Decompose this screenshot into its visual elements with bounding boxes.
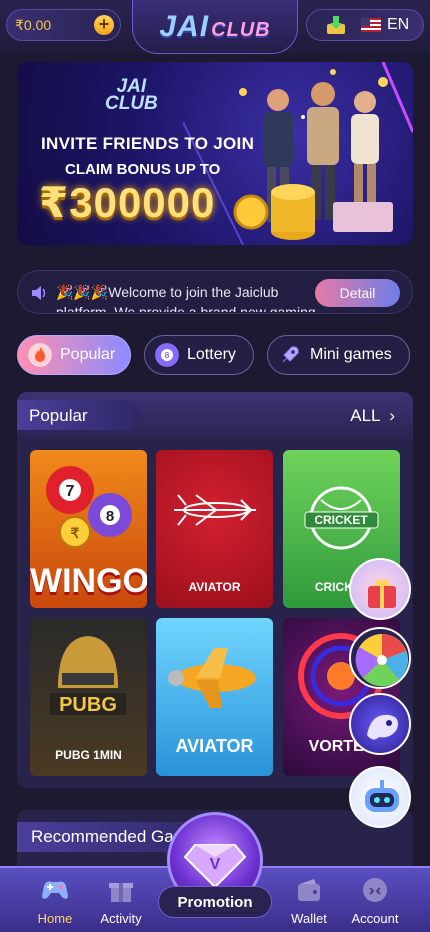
view-all-button[interactable]: ALL › <box>350 406 395 426</box>
svg-text:V: V <box>210 856 221 873</box>
nav-wallet[interactable]: Wallet <box>274 876 344 926</box>
game-label: AVIATOR <box>175 736 254 756</box>
banner-subline: CLAIM BONUS UP TO <box>65 161 221 178</box>
gift-icon <box>109 883 133 902</box>
promotion-label[interactable]: Promotion <box>158 886 272 918</box>
support-float-button[interactable] <box>349 766 411 828</box>
game-label: PUBG 1MIN <box>55 748 122 762</box>
game-label: WINGO <box>30 562 147 600</box>
app-logo[interactable]: JAI CLUB <box>132 0 298 54</box>
wallet-icon <box>298 879 320 901</box>
helmet-icon: PUBG <box>50 636 126 716</box>
airplane-icon <box>174 494 256 526</box>
balance-pill[interactable]: ₹0.00 + <box>6 9 121 41</box>
section-header: Popular ALL › <box>17 392 413 438</box>
tab-label: Mini games <box>310 346 392 363</box>
lottery-ball-icon: 8 <box>155 343 179 367</box>
promo-banner[interactable]: JAI CLUB INVITE FRIENDS TO JOIN CLAIM BON… <box>17 62 413 245</box>
tab-lottery[interactable]: 8 Lottery <box>144 335 254 375</box>
tab-label: Lottery <box>187 346 236 363</box>
rocket-icon <box>282 346 299 363</box>
game-card-aviator-2[interactable]: AVIATOR <box>156 618 273 776</box>
svg-text:8: 8 <box>165 351 170 360</box>
fire-icon <box>28 343 52 367</box>
us-flag-icon[interactable] <box>361 18 381 32</box>
gift-float-button[interactable] <box>349 558 411 620</box>
top-bar: ₹0.00 + JAI CLUB EN <box>0 0 430 54</box>
balance-amount: ₹0.00 <box>15 16 52 33</box>
chevron-right-icon: › <box>389 406 395 425</box>
category-tabs: Popular 8 Lottery Mini games <box>17 335 413 375</box>
nav-label: Account <box>351 911 399 926</box>
nav-label: Home <box>37 911 73 926</box>
banner-headline: INVITE FRIENDS TO JOIN <box>41 134 255 153</box>
tab-label: Popular <box>60 346 116 363</box>
svg-text:PUBG: PUBG <box>59 694 117 716</box>
gamepad-icon <box>42 881 68 899</box>
account-icon <box>363 878 387 902</box>
nav-account[interactable]: Account <box>340 876 410 926</box>
nav-activity[interactable]: Activity <box>86 876 156 926</box>
add-funds-button[interactable]: + <box>94 15 114 35</box>
svg-text:₹: ₹ <box>71 525 80 541</box>
language-label[interactable]: EN <box>387 16 409 34</box>
banner-logo: JAI CLUB <box>105 76 158 114</box>
svg-text:CRICKET: CRICKET <box>314 513 368 527</box>
notice-bar: 🎉🎉🎉Welcome to join the Jaiclub platform.… <box>17 270 413 314</box>
game-card-aviator[interactable]: AVIATOR <box>156 450 273 608</box>
logo-text: JAI CLUB <box>159 9 271 43</box>
banner-amount: ₹300000 <box>39 179 216 226</box>
nav-home[interactable]: Home <box>20 876 90 926</box>
nav-label: Wallet <box>291 911 327 926</box>
tab-popular[interactable]: Popular <box>17 335 131 375</box>
cricket-ball-icon: CRICKET <box>304 486 379 550</box>
download-icon[interactable] <box>325 14 347 36</box>
svg-text:7: 7 <box>66 483 75 500</box>
section-title: Popular <box>29 406 88 425</box>
game-label: AVIATOR <box>188 580 241 594</box>
game-card-wingo[interactable]: 7 8 ₹ WINGO <box>30 450 147 608</box>
plane-icon <box>168 648 256 708</box>
game-card-pubg[interactable]: PUBG PUBG 1MIN <box>30 618 147 776</box>
notice-text: 🎉🎉🎉Welcome to join the Jaiclub platform.… <box>56 284 316 312</box>
dragon-float-button[interactable] <box>349 693 411 755</box>
detail-button[interactable]: Detail <box>315 279 400 307</box>
speaker-icon <box>32 286 46 300</box>
header-actions: EN <box>306 9 424 41</box>
tab-mini-games[interactable]: Mini games <box>267 335 410 375</box>
lottery-balls-icon: 7 8 ₹ <box>46 466 132 548</box>
wheel-float-button[interactable] <box>349 627 411 689</box>
svg-text:8: 8 <box>106 508 114 525</box>
nav-label: Activity <box>100 911 142 926</box>
